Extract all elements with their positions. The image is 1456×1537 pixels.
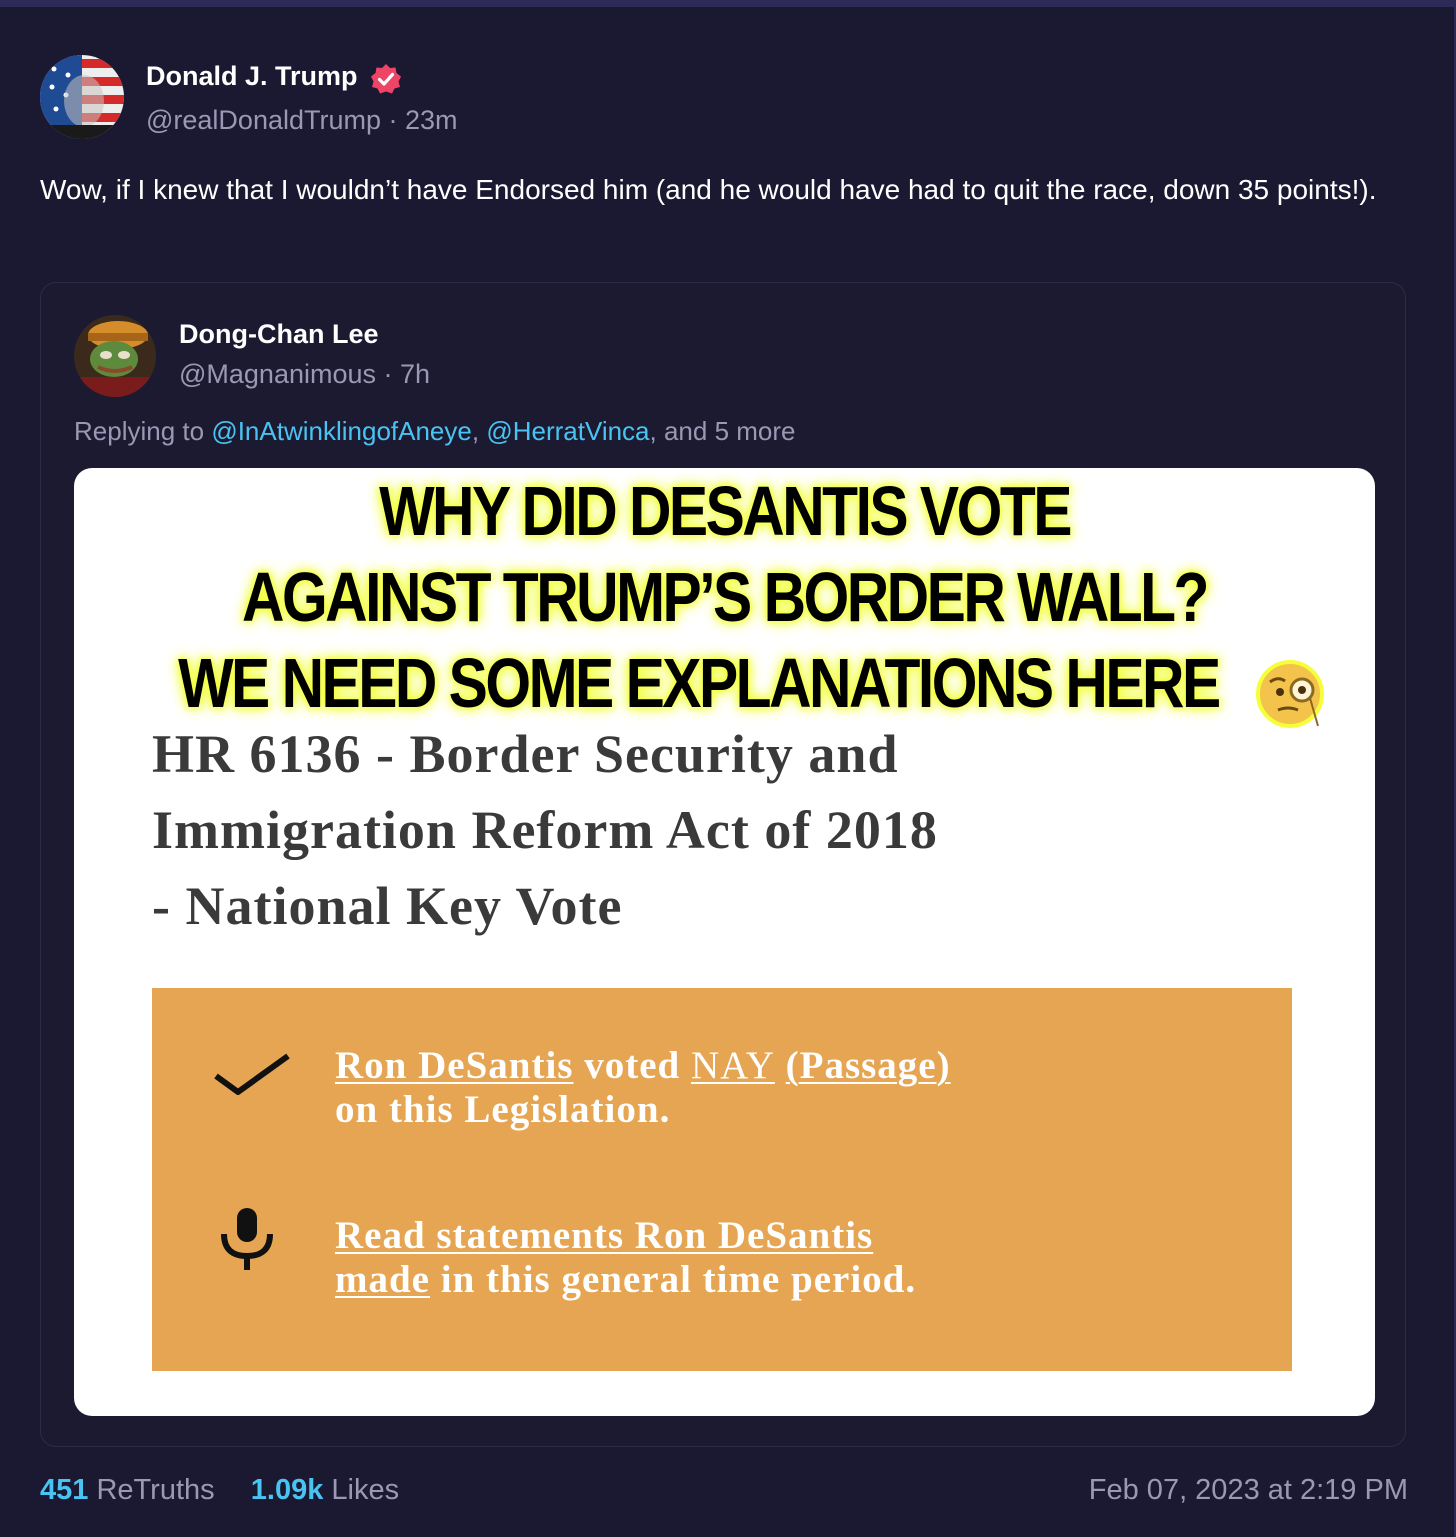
retruths-label: ReTruths: [88, 1474, 215, 1506]
likes-label: Likes: [323, 1474, 400, 1506]
replying-to-prefix: Replying to: [74, 416, 212, 446]
vote-passage-link: (Passage): [785, 1044, 951, 1087]
verified-badge-icon: [371, 64, 401, 94]
post-timestamp[interactable]: Feb 07, 2023 at 2:19 PM: [1089, 1474, 1408, 1507]
author-handle-time[interactable]: @realDonaldTrump · 23m: [146, 105, 458, 136]
quoted-author-name[interactable]: Dong-Chan Lee: [179, 319, 379, 350]
likes-count: 1.09k: [250, 1474, 324, 1506]
mention-link[interactable]: @InAtwinklingofAneye: [211, 416, 472, 446]
vote-text-line2: on this Legislation.: [335, 1088, 671, 1131]
statements-link: Read statements Ron DeSantis made in thi…: [335, 1214, 916, 1302]
post-header: Donald J. Trump @realDonaldTrump · 23m: [40, 55, 740, 139]
image-headline: WHY DID DESANTIS VOTE AGAINST TRUMP’S BO…: [178, 468, 1271, 726]
statements-line: Read statements Ron DeSantis: [335, 1214, 874, 1257]
replying-to-suffix[interactable]: , and 5 more: [650, 416, 796, 446]
checkmark-icon: [214, 1053, 290, 1095]
bill-title: HR 6136 - Border Security and Immigratio…: [152, 716, 1332, 944]
post-text: Wow, if I knew that I wouldn’t have Endo…: [40, 174, 1377, 205]
mention-link[interactable]: @HerratVinca: [486, 416, 649, 446]
quoted-post-image[interactable]: WHY DID DESANTIS VOTE AGAINST TRUMP’S BO…: [74, 468, 1375, 1416]
post-footer: 451 ReTruths 1.09k Likes Feb 07, 2023 at…: [40, 1474, 1408, 1514]
bill-title-line: Immigration Reform Act of 2018: [152, 800, 938, 860]
mention-separator: ,: [471, 416, 487, 446]
author-avatar[interactable]: [40, 55, 124, 139]
vote-nay-link: NAY: [690, 1044, 775, 1087]
statements-made: made: [335, 1258, 430, 1301]
author-name[interactable]: Donald J. Trump: [146, 61, 358, 92]
likes-stat[interactable]: 1.09k Likes: [251, 1474, 399, 1506]
image-headline-line: AGAINST TRUMP’S BORDER WALL?: [242, 558, 1209, 636]
image-headline-line: WHY DID DESANTIS VOTE: [379, 472, 1072, 550]
vote-name-link: Ron DeSantis: [335, 1044, 574, 1087]
quoted-author-handle-time[interactable]: @Magnanimous · 7h: [179, 359, 430, 390]
replying-to: Replying to @InAtwinklingofAneye, @Herra…: [74, 416, 796, 447]
top-border: [0, 0, 1456, 7]
retruths-stat[interactable]: 451 ReTruths: [40, 1474, 215, 1506]
vote-statement: Ron DeSantis voted NAY (Passage) on this…: [335, 1044, 951, 1132]
bill-title-line: - National Key Vote: [152, 876, 623, 936]
retruths-count: 451: [40, 1474, 89, 1506]
quoted-author-avatar[interactable]: [74, 315, 156, 397]
bill-title-line: HR 6136 - Border Security and: [152, 724, 899, 784]
microphone-icon: [221, 1208, 273, 1270]
image-headline-line: WE NEED SOME EXPLANATIONS HERE: [178, 644, 1221, 722]
statements-rest: in this general time period.: [430, 1258, 917, 1301]
quoted-post[interactable]: Dong-Chan Lee @Magnanimous · 7h Replying…: [40, 282, 1406, 1447]
vote-box: Ron DeSantis voted NAY (Passage) on this…: [152, 988, 1292, 1371]
vote-text: voted: [573, 1044, 691, 1087]
